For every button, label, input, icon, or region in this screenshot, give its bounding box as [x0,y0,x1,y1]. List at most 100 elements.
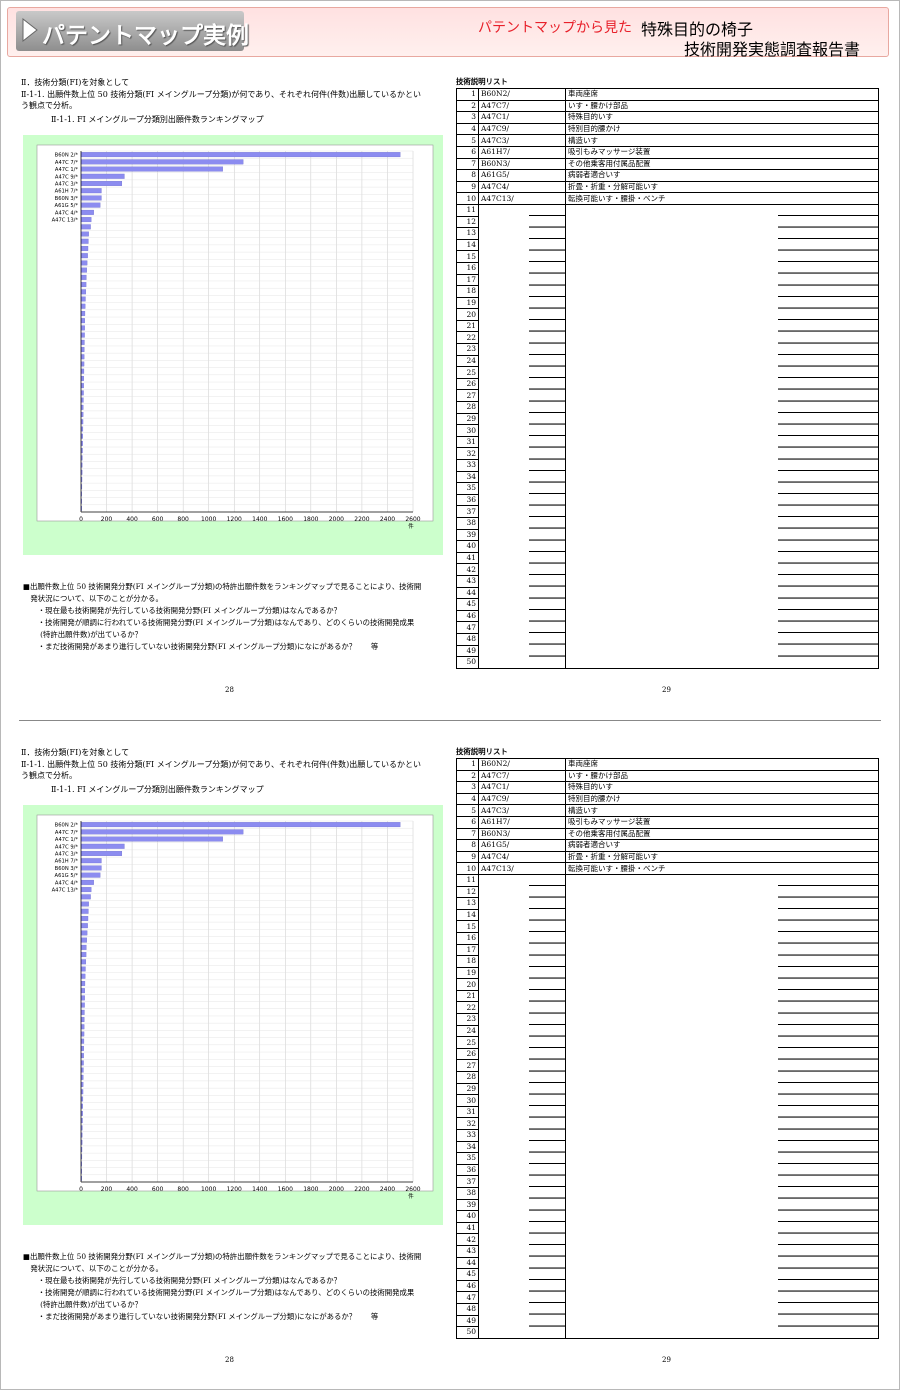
tech-list-table: 1 B60N2/車両座席 2 A47C7/いす・腰かけ部品 3 A47C1/特殊目的いす 4… [456,758,879,1339]
tech-list-row-empty: 34 [456,471,879,484]
tech-list-row-empty: 13 [456,897,879,910]
bar [80,325,85,331]
bar [80,195,102,201]
tech-description [565,262,879,274]
analysis-heading-line1: Ⅱ-1-1. 出願件数上位 50 技術分類(FI メイングループ分類)が何であり… [21,760,421,769]
bar [80,1038,85,1044]
row-number: 27 [456,1059,479,1073]
fi-code [478,471,566,483]
tech-description [565,874,879,887]
row-number: 5 [456,804,479,817]
tech-list-row-empty: 27 [456,389,879,403]
y-category-label: A47C 9/* [55,174,78,180]
tech-description [565,1280,879,1292]
tech-description: 特別目的腰かけ [565,793,879,806]
row-number: 50 [456,1326,479,1339]
fi-code [478,529,566,541]
x-tick-label: 400 [126,1186,138,1193]
tech-list-row-empty: 28 [456,1071,879,1084]
fi-code [478,874,566,887]
fi-code [478,343,566,356]
fi-code [478,920,566,933]
x-tick-label: 1600 [278,1186,293,1193]
row-number: 14 [456,239,479,252]
row-number: 43 [456,1245,479,1258]
tech-list-row-empty: 39 [456,1199,879,1212]
tech-list-row-empty: 23 [456,1013,879,1026]
y-category-label: A47C 4/* [55,210,78,216]
tech-description [565,1071,879,1084]
bar [80,303,86,309]
bar [80,1067,84,1073]
tech-list-row-empty: 15 [456,920,879,933]
row-number: 49 [456,645,479,658]
x-unit-label: 件 [408,1192,414,1200]
row-number: 4 [456,123,479,136]
tech-list-row-empty: 21 [456,320,879,333]
tech-description: その他乗客用付属品配置 [565,158,879,171]
bar [80,166,223,172]
tech-list-title: 技術説明リスト [456,747,508,756]
fi-code [478,1315,566,1327]
row-number: 19 [456,297,479,310]
tech-list-row-empty: 14 [456,239,879,252]
row-number: 2 [456,770,479,783]
row-number: 47 [456,1291,479,1304]
tech-list-row-empty: 31 [456,1106,879,1119]
row-number: 41 [456,552,479,565]
y-category-label: A47C 4/* [55,880,78,886]
analysis-heading-line2: う観点で分析。 [21,101,77,110]
tech-description [565,1025,879,1037]
tech-description [565,1222,879,1234]
bar [80,988,85,994]
tech-list-row-empty: 12 [456,886,879,899]
tech-description: 特殊目的いす [565,781,879,794]
page-spread-1: Ⅱ．技術分類(FI)を対象として Ⅱ-1-1. 出願件数上位 50 技術分類(F… [1,75,899,715]
y-category-label: A61H 7/* [55,189,79,195]
y-category-label: A47C 1/* [55,167,78,173]
tech-list-row-empty: 26 [456,1048,879,1061]
play-arrow-icon [22,18,38,42]
tech-description [565,436,879,448]
bar [80,1009,85,1015]
fi-code [478,1187,566,1200]
row-number: 6 [456,816,479,829]
row-number: 28 [456,1071,479,1084]
bar [80,959,87,965]
para-line: ・技術開発が順調に行われている技術開発分野(FI メイングループ分類)はなんであ… [23,618,415,627]
bar [80,361,85,367]
tech-list-row-empty: 40 [456,540,879,553]
fi-code [478,575,566,588]
para-line: ・現在最も技術開発が先行している技術開発分野(FI メイングループ分類)はなんで… [23,1276,342,1285]
tech-list-row-empty: 30 [456,424,879,437]
bar [80,159,244,165]
tech-description [565,967,879,979]
y-category-label: B60N 3/* [55,196,79,202]
tech-description [565,297,879,309]
y-category-label: A47C 13/* [52,888,79,894]
row-number: 35 [456,1152,479,1165]
tech-list-row-empty: 42 [456,1233,879,1246]
tech-description [565,598,879,611]
bar [80,267,87,273]
row-number: 11 [456,204,479,217]
ranking-chart: 0 200 400 600 800 1000 1200 1400 1600 1800 2000 220… [23,805,443,1225]
chart-caption: Ⅱ-1-1. FI メイングループ分類別出願件数ランキングマップ [51,785,264,794]
tech-description [565,250,879,263]
para-line: 発状況について、以下のことが分かる。 [23,1264,163,1273]
tech-description [565,886,879,898]
tech-list-row-empty: 47 [456,1291,879,1304]
x-tick-label: 1400 [252,516,267,523]
tech-description [565,216,879,228]
bar [80,397,84,403]
tech-list-row: 4 A47C9/特別目的腰かけ [456,123,879,136]
tech-description [565,459,879,472]
bar [80,339,85,345]
chart-caption: Ⅱ-1-1. FI メイングループ分類別出願件数ランキングマップ [51,115,264,124]
row-number: 30 [456,1094,479,1107]
para-line: ・技術開発が順調に行われている技術開発分野(FI メイングループ分類)はなんであ… [23,1288,415,1297]
bar [80,1017,85,1023]
row-number: 5 [456,134,479,147]
row-number: 39 [456,1199,479,1212]
row-number: 28 [456,401,479,414]
